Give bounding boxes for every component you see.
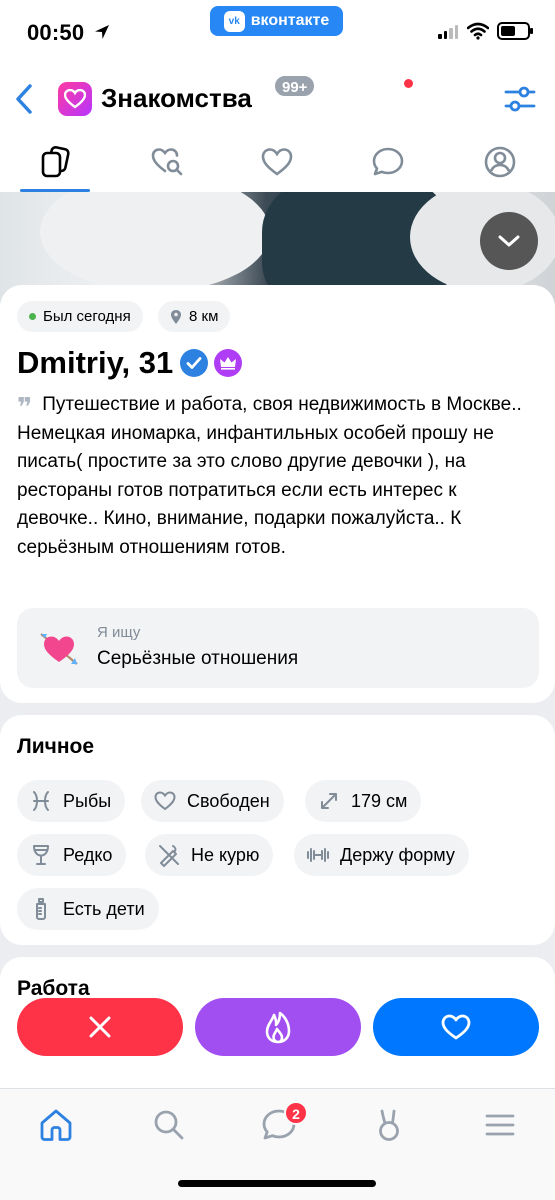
height-chip: 179 см — [305, 780, 422, 822]
home-indicator — [178, 1180, 376, 1187]
children-label: Есть дети — [63, 898, 145, 919]
like-button[interactable] — [373, 998, 539, 1056]
search-icon — [154, 1110, 184, 1140]
tab-matches[interactable] — [132, 134, 202, 192]
vk-pill-label: вконтакте — [250, 12, 330, 29]
looking-for-caption: Я ищу — [97, 624, 141, 641]
filter-settings-icon[interactable] — [504, 84, 536, 114]
user-circle-icon — [484, 146, 516, 178]
heart-arrow-icon — [40, 633, 78, 665]
alcohol-label: Редко — [63, 844, 113, 865]
smoking-label: Не курю — [191, 844, 260, 865]
clips-icon — [379, 1109, 399, 1141]
back-chevron-icon[interactable] — [12, 82, 38, 116]
looking-for-block: Я ищу Серьёзные отношения — [17, 608, 539, 688]
profile-about-text: Путешествие и работа, своя недвижимость … — [17, 394, 522, 558]
vk-return-pill[interactable]: vk вконтакте — [210, 6, 343, 36]
battery-icon — [497, 22, 533, 40]
glass-icon — [33, 845, 49, 865]
location-arrow-icon — [95, 25, 109, 39]
heart-outline-icon — [154, 791, 176, 811]
alcohol-chip: Редко — [17, 834, 127, 876]
heart-search-icon — [151, 148, 183, 176]
tab-likes[interactable] — [242, 134, 312, 192]
dislike-button[interactable] — [17, 998, 183, 1056]
home-icon — [40, 1109, 72, 1141]
vk-logo-icon: vk — [223, 10, 245, 32]
dumbbell-icon — [307, 848, 329, 862]
online-status-chip: Был сегодня — [17, 301, 143, 332]
online-dot — [29, 313, 36, 320]
crown-icon — [214, 349, 242, 377]
messages-count-badge: 2 — [284, 1101, 308, 1125]
status-time: 00:50 — [27, 20, 85, 45]
baby-bottle-icon — [36, 898, 46, 920]
superlike-button[interactable] — [195, 998, 361, 1056]
nav-search[interactable] — [151, 1107, 187, 1143]
quote-icon: ❞ — [17, 392, 33, 422]
tab-profile[interactable] — [465, 134, 535, 192]
online-status-label: Был сегодня — [43, 308, 131, 325]
profile-name: Dmitriy, 31 — [17, 345, 174, 380]
smoking-chip: Не курю — [145, 834, 274, 876]
nav-clips[interactable] — [371, 1107, 407, 1143]
tab-chats[interactable] — [353, 134, 423, 192]
nav-home[interactable] — [38, 1107, 74, 1143]
dating-tabs — [0, 134, 555, 192]
profile-card: Был сегодня 8 км Dmitriy, 31 ❞ Путешестви… — [0, 285, 555, 703]
relationship-chip: Свободен — [141, 780, 284, 822]
height-icon — [321, 793, 337, 809]
status-bar: 00:50 vk вконтакте — [0, 0, 555, 64]
no-smoking-icon — [159, 845, 179, 867]
heart-outline-icon — [261, 148, 293, 176]
chevron-down-icon — [498, 235, 520, 247]
page-title: Знакомства — [101, 83, 252, 113]
zodiac-label: Рыбы — [63, 790, 112, 811]
collapse-button[interactable] — [480, 212, 538, 270]
zodiac-chip: Рыбы — [17, 780, 126, 822]
tab-cards[interactable] — [20, 134, 90, 192]
looking-for-value: Серьёзные отношения — [97, 648, 299, 669]
distance-label: 8 км — [189, 308, 219, 325]
dating-app-icon — [58, 82, 92, 116]
height-label: 179 см — [351, 790, 408, 811]
close-icon — [89, 1016, 111, 1038]
dating-screen: 00:50 vk вконтакте Знакомства 99+ Был се… — [0, 0, 555, 1200]
fitness-chip: Держу форму — [294, 834, 469, 876]
children-chip: Есть дети — [17, 888, 159, 930]
heart-outline-icon — [441, 1014, 471, 1040]
location-pin-icon — [171, 309, 181, 324]
unread-dot — [404, 79, 413, 88]
profile-about: ❞ Путешествие и работа, своя недвижимость… — [17, 391, 527, 562]
cards-icon — [41, 146, 70, 178]
distance-chip: 8 км — [158, 301, 231, 332]
photo-detail — [40, 192, 270, 292]
personal-card: Личное Рыбы Свободен 179 см Редко Не кур… — [0, 715, 555, 945]
flame-icon — [265, 1011, 291, 1044]
cellular-signal-icon — [438, 25, 458, 39]
verified-icon — [180, 349, 208, 377]
chat-bubble-icon — [372, 147, 404, 176]
likes-count-badge: 99+ — [273, 74, 317, 98]
nav-menu[interactable] — [482, 1107, 518, 1143]
pisces-icon — [33, 791, 49, 811]
fitness-label: Держу форму — [340, 844, 455, 865]
wifi-icon — [467, 22, 489, 40]
menu-icon — [485, 1114, 515, 1136]
relationship-label: Свободен — [187, 790, 270, 811]
personal-section-title: Личное — [17, 735, 95, 758]
